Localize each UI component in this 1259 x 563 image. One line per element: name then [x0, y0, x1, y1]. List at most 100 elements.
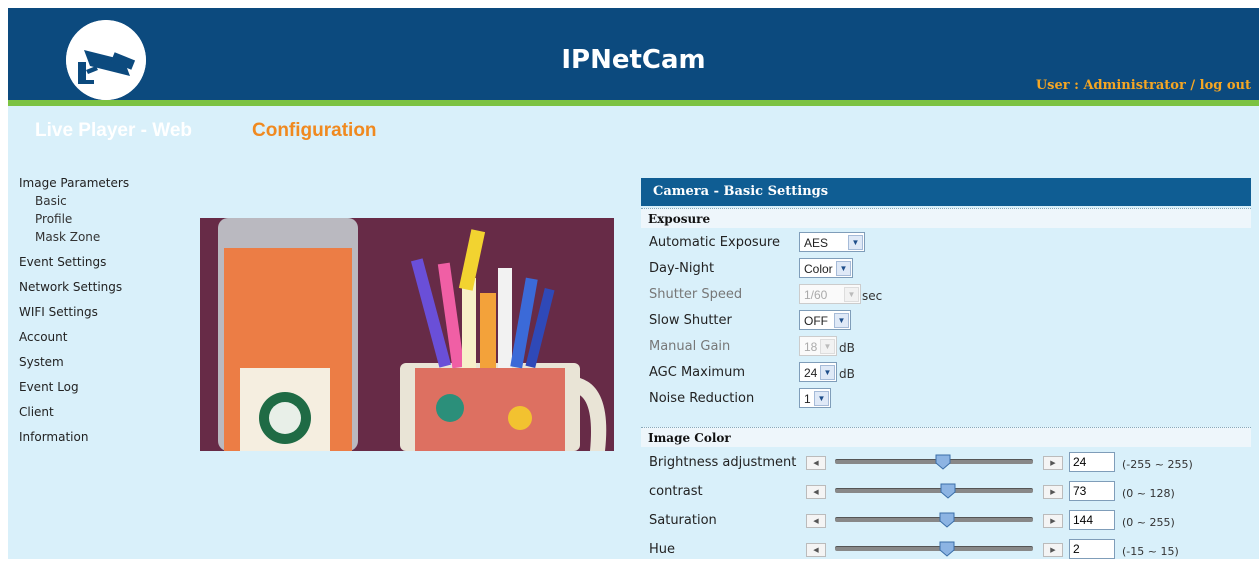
- row-slow-shutter: Slow Shutter OFF ▼: [649, 310, 851, 330]
- label-day-night: Day-Night: [649, 261, 715, 276]
- row-agc-maximum: AGC Maximum 24 ▼ dB: [649, 362, 855, 382]
- label-agc-maximum: AGC Maximum: [649, 365, 746, 380]
- exposure-heading: Exposure: [641, 208, 1251, 228]
- sidebar-item-client[interactable]: Client: [19, 405, 54, 419]
- slider-thumb[interactable]: [939, 541, 955, 557]
- automatic-exposure-select[interactable]: AES ▼: [799, 232, 865, 252]
- noise-reduction-value: 1: [804, 392, 811, 406]
- chevron-down-icon: ▼: [820, 365, 835, 380]
- tab-configuration[interactable]: Configuration: [252, 120, 377, 142]
- slider-label: Saturation: [649, 513, 717, 528]
- slider-value-input[interactable]: 73: [1069, 481, 1115, 501]
- slider-thumb[interactable]: [935, 454, 951, 470]
- agc-maximum-select[interactable]: 24 ▼: [799, 362, 837, 382]
- row-shutter-speed: Shutter Speed 1/60 ▼ sec: [649, 284, 882, 304]
- shutter-speed-unit: sec: [862, 289, 883, 303]
- slider-track[interactable]: [835, 488, 1033, 493]
- slow-shutter-select[interactable]: OFF ▼: [799, 310, 851, 330]
- shutter-speed-select[interactable]: 1/60 ▼: [799, 284, 861, 304]
- sidebar-item-mask-zone[interactable]: Mask Zone: [35, 230, 100, 244]
- camera-preview: [200, 218, 614, 451]
- sidebar-item-system[interactable]: System: [19, 355, 64, 369]
- slider-range: (0 ~ 128): [1122, 487, 1175, 500]
- triangle-left-icon: ◀: [813, 517, 819, 525]
- slider-track[interactable]: [835, 459, 1033, 464]
- label-manual-gain: Manual Gain: [649, 339, 731, 354]
- label-noise-reduction: Noise Reduction: [649, 391, 755, 406]
- sidebar-item-image-parameters[interactable]: Image Parameters: [19, 176, 129, 190]
- sidebar-item-event-settings[interactable]: Event Settings: [19, 255, 106, 269]
- decrement-button[interactable]: ◀: [806, 485, 826, 499]
- manual-gain-select[interactable]: 18 ▼: [799, 336, 837, 356]
- agc-maximum-value: 24: [804, 366, 818, 380]
- chevron-down-icon: ▼: [834, 313, 849, 328]
- user-info: User : Administrator / log out: [1036, 78, 1251, 93]
- triangle-left-icon: ◀: [813, 488, 819, 496]
- slider-label: Hue: [649, 542, 676, 557]
- label-shutter-speed: Shutter Speed: [649, 287, 743, 302]
- image-color-heading: Image Color: [641, 427, 1251, 447]
- user-label: User : Administrator: [1035, 78, 1186, 93]
- increment-button[interactable]: ▶: [1043, 514, 1063, 528]
- sidebar-item-profile[interactable]: Profile: [35, 212, 72, 226]
- slider-row: contrast ◀ ▶ 73 (0 ~ 128): [641, 479, 1251, 505]
- increment-button[interactable]: ▶: [1043, 543, 1063, 557]
- slider-row: Hue ◀ ▶ 2 (-15 ~ 15): [641, 537, 1251, 563]
- chevron-down-icon: ▼: [836, 261, 851, 276]
- row-automatic-exposure: Automatic Exposure AES ▼: [649, 232, 865, 252]
- sidebar-item-event-log[interactable]: Event Log: [19, 380, 79, 394]
- tab-live-player[interactable]: Live Player - Web: [35, 120, 192, 142]
- sidebar-item-information[interactable]: Information: [19, 430, 88, 444]
- row-manual-gain: Manual Gain 18 ▼ dB: [649, 336, 855, 356]
- day-night-select[interactable]: Color ▼: [799, 258, 853, 278]
- decrement-button[interactable]: ◀: [806, 514, 826, 528]
- decrement-button[interactable]: ◀: [806, 543, 826, 557]
- label-slow-shutter: Slow Shutter: [649, 313, 732, 328]
- slider-range: (0 ~ 255): [1122, 516, 1175, 529]
- triangle-right-icon: ▶: [1050, 517, 1056, 525]
- sidebar-item-network-settings[interactable]: Network Settings: [19, 280, 122, 294]
- triangle-right-icon: ▶: [1050, 488, 1056, 496]
- slider-value-input[interactable]: 144: [1069, 510, 1115, 530]
- settings-panel: Camera - Basic Settings Exposure Automat…: [641, 178, 1251, 559]
- panel-title: Camera - Basic Settings: [641, 178, 1251, 206]
- sidebar-item-wifi-settings[interactable]: WIFI Settings: [19, 305, 98, 319]
- slider-thumb[interactable]: [939, 512, 955, 528]
- separator: /: [1190, 78, 1196, 93]
- triangle-right-icon: ▶: [1050, 546, 1056, 554]
- triangle-left-icon: ◀: [813, 459, 819, 467]
- slider-track[interactable]: [835, 517, 1033, 522]
- decrement-button[interactable]: ◀: [806, 456, 826, 470]
- slider-range: (-255 ~ 255): [1122, 458, 1193, 471]
- triangle-left-icon: ◀: [813, 546, 819, 554]
- slider-label: contrast: [649, 484, 703, 499]
- agc-maximum-unit: dB: [839, 367, 855, 381]
- manual-gain-unit: dB: [839, 341, 855, 355]
- slider-thumb[interactable]: [940, 483, 956, 499]
- chevron-down-icon: ▼: [814, 391, 829, 406]
- increment-button[interactable]: ▶: [1043, 456, 1063, 470]
- row-day-night: Day-Night Color ▼: [649, 258, 853, 278]
- logout-link[interactable]: log out: [1200, 78, 1251, 93]
- chevron-down-icon: ▼: [844, 287, 859, 302]
- shutter-speed-value: 1/60: [804, 288, 828, 302]
- slider-label: Brightness adjustment: [649, 455, 797, 470]
- sidebar-item-account[interactable]: Account: [19, 330, 67, 344]
- label-automatic-exposure: Automatic Exposure: [649, 235, 780, 250]
- row-noise-reduction: Noise Reduction 1 ▼: [649, 388, 831, 408]
- automatic-exposure-value: AES: [804, 236, 829, 250]
- sidebar-item-basic[interactable]: Basic: [35, 194, 67, 208]
- noise-reduction-select[interactable]: 1 ▼: [799, 388, 831, 408]
- app-header: IPNetCam User : Administrator / log out: [8, 8, 1259, 100]
- slider-row: Saturation ◀ ▶ 144 (0 ~ 255): [641, 508, 1251, 534]
- slider-row: Brightness adjustment ◀ ▶ 24 (-255 ~ 255): [641, 450, 1251, 476]
- slider-value-input[interactable]: 2: [1069, 539, 1115, 559]
- slider-track[interactable]: [835, 546, 1033, 551]
- day-night-value: Color: [804, 262, 833, 276]
- chevron-down-icon: ▼: [848, 235, 863, 250]
- increment-button[interactable]: ▶: [1043, 485, 1063, 499]
- slider-value-input[interactable]: 24: [1069, 452, 1115, 472]
- slider-range: (-15 ~ 15): [1122, 545, 1179, 558]
- chevron-down-icon: ▼: [820, 339, 835, 354]
- manual-gain-value: 18: [804, 340, 818, 354]
